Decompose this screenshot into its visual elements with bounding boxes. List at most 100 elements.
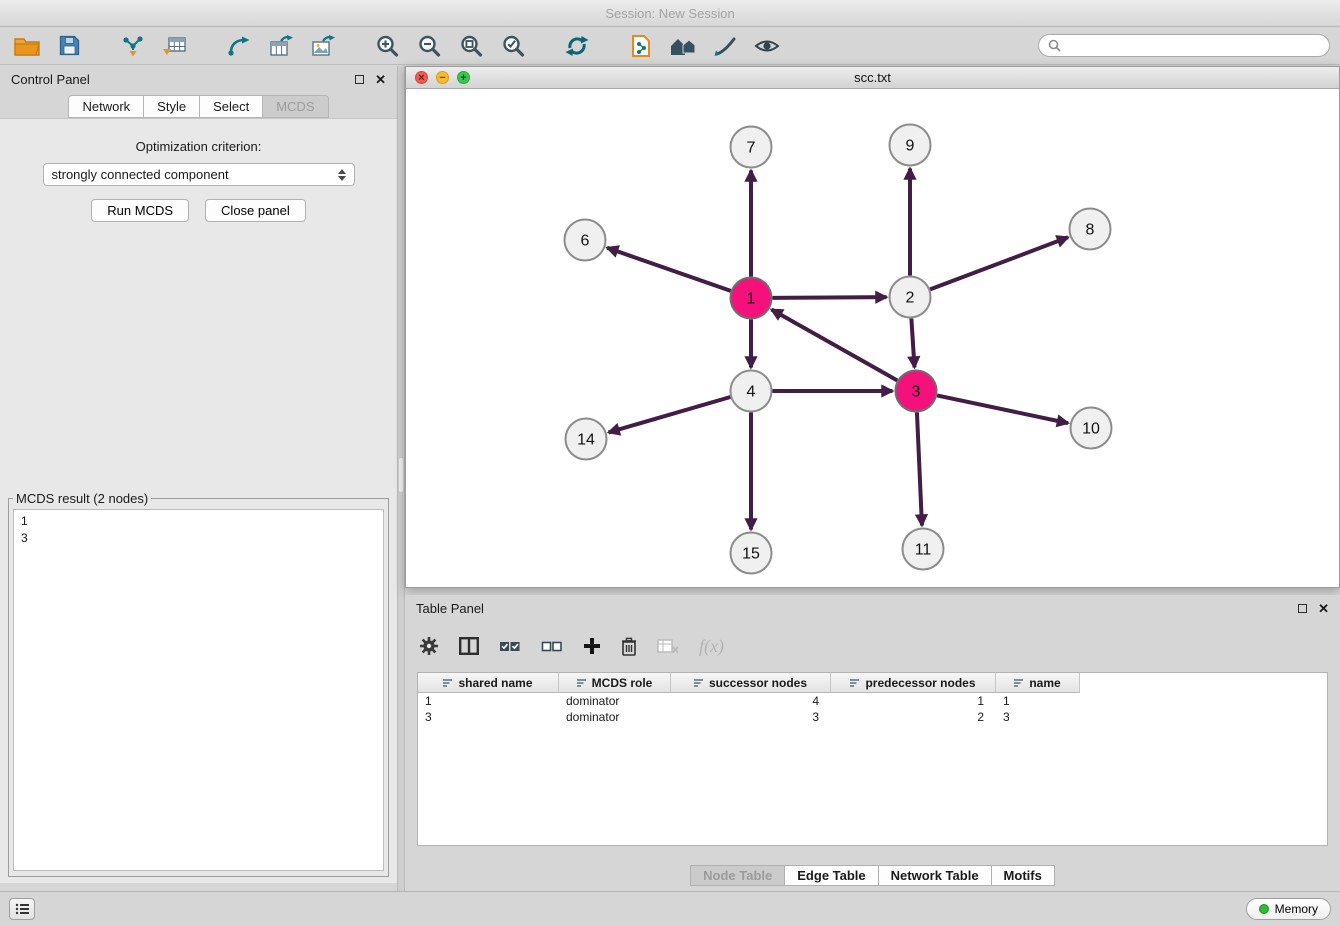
divider-scroll-thumb[interactable] <box>399 458 403 492</box>
delete-column-button[interactable] <box>621 630 637 662</box>
tab-network[interactable]: Network <box>68 95 144 118</box>
zoom-fit-button[interactable] <box>454 30 488 62</box>
table-row[interactable]: 3dominator323 <box>418 709 1327 725</box>
function-builder-button[interactable]: f(x) <box>699 636 724 657</box>
tab-network-table[interactable]: Network Table <box>879 865 992 886</box>
export-network-button[interactable] <box>222 30 256 62</box>
zoom-in-button[interactable] <box>370 30 404 62</box>
graph-node-11[interactable]: 11 <box>903 529 944 570</box>
show-columns-button[interactable] <box>459 630 479 662</box>
create-column-button[interactable] <box>583 630 601 662</box>
panel-menu-button[interactable] <box>9 898 35 920</box>
table-cell: 1 <box>831 693 996 709</box>
close-table-panel-icon[interactable]: ✕ <box>1318 602 1329 615</box>
memory-status-icon <box>1259 904 1269 914</box>
close-window-button[interactable]: × <box>415 71 428 84</box>
tab-motifs[interactable]: Motifs <box>992 865 1055 886</box>
list-menu-icon <box>15 903 29 915</box>
gear-icon <box>419 636 439 656</box>
float-panel-icon[interactable] <box>355 75 364 84</box>
graph-node-2[interactable]: 2 <box>890 277 931 318</box>
graph-node-4[interactable]: 4 <box>731 371 772 412</box>
network-window-titlebar: × − + scc.txt <box>406 67 1339 89</box>
graph-node-6[interactable]: 6 <box>565 220 606 261</box>
unchecked-boxes-icon <box>541 638 563 654</box>
mcds-result-list[interactable]: 13 <box>13 509 384 871</box>
graph-edge-2-8[interactable] <box>930 237 1068 289</box>
zoom-out-button[interactable] <box>412 30 446 62</box>
search-box[interactable] <box>1038 34 1330 57</box>
graph-node-label: 7 <box>747 140 756 157</box>
graph-node-15[interactable]: 15 <box>731 533 772 574</box>
column-header-predecessor-nodes[interactable]: predecessor nodes <box>831 673 996 693</box>
tab-style[interactable]: Style <box>144 95 200 118</box>
select-chevrons-icon <box>338 169 346 181</box>
mcds-result-value: 1 <box>21 513 376 530</box>
style-button[interactable] <box>708 30 742 62</box>
column-header-mcds-role[interactable]: MCDS role <box>559 673 671 693</box>
table-settings-button[interactable] <box>419 630 439 662</box>
title-bar: Session: New Session <box>0 0 1340 27</box>
sort-icon <box>850 678 860 688</box>
delete-table-button[interactable] <box>657 630 679 662</box>
graph-edge-2-3[interactable] <box>911 318 914 367</box>
export-table-button[interactable] <box>264 30 298 62</box>
graph-edge-1-2[interactable] <box>772 297 886 298</box>
show-hide-button[interactable] <box>750 30 784 62</box>
table-toolbar: f(x) <box>419 625 724 667</box>
graph-node-label: 9 <box>906 138 915 155</box>
graph-node-8[interactable]: 8 <box>1070 209 1111 250</box>
graph-node-10[interactable]: 10 <box>1071 408 1112 449</box>
column-header-label: predecessor nodes <box>865 676 975 690</box>
tab-edge-table[interactable]: Edge Table <box>785 865 878 886</box>
tab-select[interactable]: Select <box>200 95 263 118</box>
graph-node-1[interactable]: 1 <box>731 278 772 319</box>
select-all-columns-button[interactable] <box>499 630 521 662</box>
network-canvas[interactable]: 1 2 3 4 6 7 8 9 10 11 14 15 <box>406 89 1339 586</box>
column-header-label: MCDS role <box>592 676 653 690</box>
graph-edge-4-14[interactable] <box>609 397 731 432</box>
export-network-icon <box>227 35 251 57</box>
graph-edge-3-10[interactable] <box>937 395 1068 423</box>
graph-node-7[interactable]: 7 <box>731 127 772 168</box>
tab-mcds[interactable]: MCDS <box>263 95 328 118</box>
graph-node-14[interactable]: 14 <box>566 419 607 460</box>
home-button[interactable] <box>666 30 700 62</box>
import-network-button[interactable] <box>116 30 150 62</box>
graph-node-label: 2 <box>906 290 915 307</box>
table-panel: Table Panel ✕ <box>405 595 1340 891</box>
style-brush-icon <box>713 35 737 57</box>
column-header-name[interactable]: name <box>996 673 1080 693</box>
graph-node-9[interactable]: 9 <box>890 125 931 166</box>
sort-icon <box>694 678 704 688</box>
refresh-view-button[interactable] <box>560 30 594 62</box>
graph-edge-3-1[interactable] <box>771 310 897 381</box>
graph-node-3[interactable]: 3 <box>896 371 937 412</box>
column-header-shared-name[interactable]: shared name <box>418 673 559 693</box>
tab-node-table[interactable]: Node Table <box>690 865 785 886</box>
run-mcds-button[interactable]: Run MCDS <box>91 199 189 222</box>
close-panel-icon[interactable]: ✕ <box>375 73 386 86</box>
export-image-button[interactable] <box>306 30 340 62</box>
graph-edge-1-6[interactable] <box>607 248 731 291</box>
table-row[interactable]: 1dominator411 <box>418 693 1327 709</box>
close-panel-button[interactable]: Close panel <box>205 199 306 222</box>
minimize-window-button[interactable]: − <box>436 71 449 84</box>
open-file-browser-button[interactable] <box>624 30 658 62</box>
memory-button[interactable]: Memory <box>1246 898 1331 920</box>
open-session-button[interactable] <box>10 30 44 62</box>
sort-icon <box>577 678 587 688</box>
float-table-panel-icon[interactable] <box>1298 604 1307 613</box>
zoom-selected-button[interactable] <box>496 30 530 62</box>
graph-edge-3-11[interactable] <box>917 412 922 525</box>
zoom-window-button[interactable]: + <box>457 71 470 84</box>
search-input[interactable] <box>1067 39 1320 53</box>
table-cell: 2 <box>831 709 996 725</box>
optimization-select[interactable]: strongly connected component <box>43 163 355 186</box>
save-session-button[interactable] <box>52 30 86 62</box>
import-table-button[interactable] <box>158 30 192 62</box>
unselect-all-columns-button[interactable] <box>541 630 563 662</box>
column-header-successor-nodes[interactable]: successor nodes <box>671 673 831 693</box>
search-icon <box>1048 39 1061 52</box>
column-header-label: name <box>1029 676 1060 690</box>
